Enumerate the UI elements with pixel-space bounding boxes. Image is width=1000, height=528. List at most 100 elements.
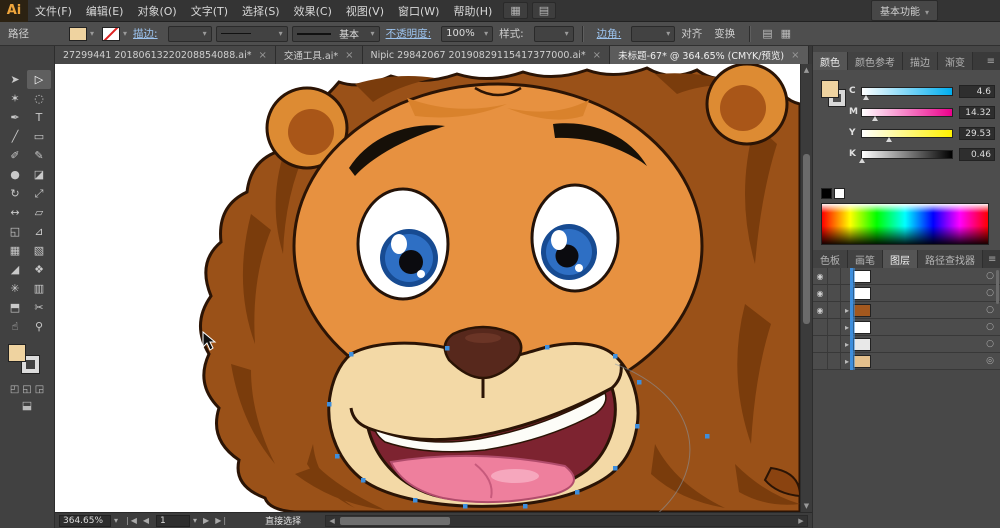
- visibility-eye-icon[interactable]: [813, 336, 828, 352]
- layer-row[interactable]: ◉ ▸ ○: [813, 302, 1000, 319]
- target-circle-icon[interactable]: ◎: [986, 356, 994, 366]
- yellow-value-field[interactable]: 29.53: [959, 127, 995, 140]
- transform-button[interactable]: 变换: [714, 26, 735, 41]
- layer-row[interactable]: ◉ ○: [813, 268, 1000, 285]
- document-tab-3[interactable]: Nipic 29842067 20190829115417377000.ai* …: [363, 46, 611, 64]
- close-icon[interactable]: ×: [593, 50, 601, 61]
- lock-cell[interactable]: [828, 353, 841, 369]
- visibility-eye-icon[interactable]: ◉: [813, 285, 828, 301]
- fill-color-swatch[interactable]: [69, 27, 87, 41]
- target-circle-icon[interactable]: ○: [986, 339, 994, 349]
- visibility-eye-icon[interactable]: [813, 353, 828, 369]
- perspective-grid-tool[interactable]: ⊿: [27, 222, 51, 241]
- vertical-scrollbar[interactable]: ▲ ▼: [800, 64, 812, 512]
- frame-field[interactable]: 1: [156, 515, 190, 527]
- cyan-value-field[interactable]: 4.6: [959, 85, 995, 98]
- prev-frame-icon[interactable]: ◀: [140, 516, 152, 525]
- stroke-link[interactable]: 描边:: [133, 26, 158, 41]
- scroll-up-icon[interactable]: ▲: [801, 64, 812, 76]
- line-tool[interactable]: ╱: [3, 127, 27, 146]
- selection-tool[interactable]: ➤: [3, 70, 27, 89]
- lock-cell[interactable]: [828, 268, 841, 284]
- layer-row[interactable]: ▸ ◎: [813, 353, 1000, 370]
- slice-tool[interactable]: ✂: [27, 298, 51, 317]
- draw-normal-icon[interactable]: ◰: [10, 384, 19, 395]
- horizontal-scroll-thumb[interactable]: [340, 517, 450, 525]
- horizontal-scrollbar[interactable]: ◀ ▶: [325, 515, 808, 527]
- rectangle-tool[interactable]: ▭: [27, 127, 51, 146]
- arrange-documents-icon[interactable]: ▤: [532, 2, 556, 19]
- blob-brush-tool[interactable]: ●: [3, 165, 27, 184]
- gradient-tool[interactable]: ▧: [27, 241, 51, 260]
- panel-menu-icon[interactable]: ≡: [983, 250, 1000, 268]
- brush-definition-select[interactable]: 基本 ▾: [292, 26, 380, 42]
- menu-window[interactable]: 窗口(W): [391, 3, 446, 19]
- cyan-slider[interactable]: [861, 87, 953, 96]
- vertical-scroll-thumb[interactable]: [803, 154, 810, 324]
- tab-stroke[interactable]: 描边: [903, 52, 938, 70]
- target-circle-icon[interactable]: ○: [986, 322, 994, 332]
- close-icon[interactable]: ×: [791, 50, 799, 61]
- menu-help[interactable]: 帮助(H): [446, 3, 499, 19]
- align-button[interactable]: 对齐: [681, 26, 702, 41]
- black-swatch[interactable]: [821, 188, 832, 199]
- target-circle-icon[interactable]: ○: [986, 271, 994, 281]
- workspace-switcher[interactable]: 基本功能▾: [871, 0, 938, 21]
- paintbrush-tool[interactable]: ✐: [3, 146, 27, 165]
- scroll-down-icon[interactable]: ▼: [801, 500, 812, 512]
- lock-cell[interactable]: [828, 285, 841, 301]
- scroll-right-icon[interactable]: ▶: [795, 517, 807, 525]
- close-icon[interactable]: ×: [345, 50, 353, 61]
- graph-tool[interactable]: ▥: [27, 279, 51, 298]
- document-tab-1[interactable]: 27299441 20180613220208854088.ai* ×: [55, 46, 276, 64]
- opacity-link[interactable]: 不透明度:: [386, 26, 432, 41]
- target-circle-icon[interactable]: ○: [986, 305, 994, 315]
- pencil-tool[interactable]: ✎: [27, 146, 51, 165]
- scale-tool[interactable]: ⤢: [27, 184, 51, 203]
- tab-swatches[interactable]: 色板: [813, 250, 848, 268]
- opacity-select[interactable]: 100%▾: [441, 26, 493, 42]
- tab-color-guide[interactable]: 颜色参考: [848, 52, 903, 70]
- width-tool[interactable]: ↔: [3, 203, 27, 222]
- direct-selection-tool[interactable]: ▷: [27, 70, 51, 89]
- last-frame-icon[interactable]: ▶❘: [212, 516, 231, 525]
- panel-menu-icon[interactable]: ≡: [982, 52, 1000, 70]
- width-profile-select[interactable]: ▾: [216, 26, 288, 42]
- zoom-dropdown-icon[interactable]: ▾: [111, 516, 121, 525]
- tab-pathfinder[interactable]: 路径查找器: [918, 250, 983, 268]
- draw-inside-icon[interactable]: ◲: [35, 384, 44, 395]
- align-options-icon[interactable]: ▤: [762, 27, 772, 40]
- visibility-eye-icon[interactable]: ◉: [813, 268, 828, 284]
- slider-handle[interactable]: [886, 137, 892, 142]
- pen-tool[interactable]: ✒: [3, 108, 27, 127]
- tab-layers[interactable]: 图层: [883, 250, 918, 268]
- visibility-eye-icon[interactable]: ◉: [813, 302, 828, 318]
- shape-builder-tool[interactable]: ◱: [3, 222, 27, 241]
- menu-edit[interactable]: 编辑(E): [79, 3, 131, 19]
- black-slider[interactable]: [861, 150, 953, 159]
- scroll-left-icon[interactable]: ◀: [326, 517, 338, 525]
- layer-row[interactable]: ▸ ○: [813, 336, 1000, 353]
- bridge-icon[interactable]: ▦: [503, 2, 527, 19]
- menu-effect[interactable]: 效果(C): [287, 3, 339, 19]
- slider-handle[interactable]: [859, 158, 865, 163]
- document-tab-2[interactable]: 交通工具.ai* ×: [276, 46, 363, 64]
- toolbar-fill-swatch[interactable]: [8, 344, 26, 362]
- mesh-tool[interactable]: ▦: [3, 241, 27, 260]
- magic-wand-tool[interactable]: ✶: [3, 89, 27, 108]
- first-frame-icon[interactable]: ❘◀: [121, 516, 140, 525]
- lock-cell[interactable]: [828, 302, 841, 318]
- tab-gradient[interactable]: 渐变: [938, 52, 973, 70]
- lock-cell[interactable]: [828, 319, 841, 335]
- menu-select[interactable]: 选择(S): [235, 3, 287, 19]
- hand-tool[interactable]: ☝: [3, 317, 27, 336]
- style-select[interactable]: ▾: [534, 26, 574, 42]
- type-tool[interactable]: T: [27, 108, 51, 127]
- free-transform-tool[interactable]: ▱: [27, 203, 51, 222]
- menu-view[interactable]: 视图(V): [339, 3, 391, 19]
- menu-file[interactable]: 文件(F): [28, 3, 79, 19]
- visibility-eye-icon[interactable]: [813, 319, 828, 335]
- frame-dropdown-icon[interactable]: ▾: [190, 516, 200, 525]
- slider-handle[interactable]: [872, 116, 878, 121]
- eyedropper-tool[interactable]: ◢: [3, 260, 27, 279]
